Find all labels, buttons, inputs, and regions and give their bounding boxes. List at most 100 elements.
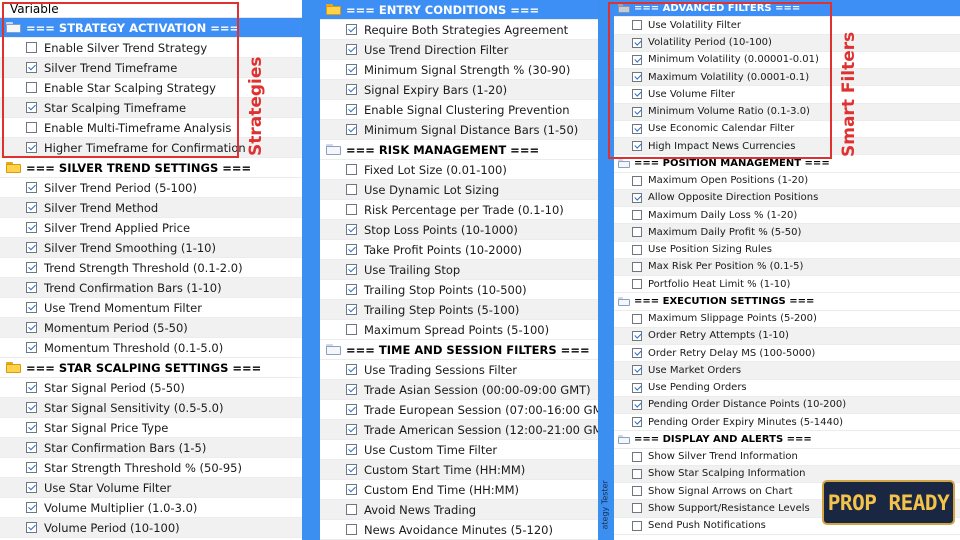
parameter-row[interactable]: Star Signal Period (5-50) [0,378,302,398]
parameter-row[interactable]: Silver Trend Smoothing (1-10) [0,238,302,258]
section-header-advanced-filters[interactable]: === ADVANCED FILTERS === [614,0,960,18]
parameter-row[interactable]: Silver Trend Method [0,198,302,218]
parameter-checkbox[interactable] [346,264,357,275]
parameter-checkbox[interactable] [346,44,357,55]
parameter-checkbox[interactable] [26,322,37,333]
parameter-row[interactable]: Maximum Open Positions (1-20) [614,173,960,190]
parameter-checkbox[interactable] [26,262,37,273]
parameter-checkbox[interactable] [632,54,642,65]
parameter-checkbox[interactable] [346,104,357,115]
parameter-row[interactable]: Trailing Step Points (5-100) [320,300,598,320]
parameter-row[interactable]: Maximum Slippage Points (5-200) [614,311,960,328]
parameter-row[interactable]: Max Risk Per Position % (0.1-5) [614,258,960,276]
parameter-checkbox[interactable] [632,330,642,341]
parameter-checkbox[interactable] [26,142,37,153]
parameter-checkbox[interactable] [26,42,37,53]
parameter-row[interactable]: Maximum Daily Profit % (5-50) [614,224,960,242]
parameter-checkbox[interactable] [632,399,642,410]
parameter-checkbox[interactable] [346,124,357,135]
parameter-checkbox[interactable] [632,313,642,324]
parameter-row[interactable]: Trade Asian Session (00:00-09:00 GMT) [320,380,598,400]
parameter-checkbox[interactable] [26,502,37,513]
section-header-risk-management[interactable]: === RISK MANAGEMENT === [320,140,598,160]
parameter-row[interactable]: Trade European Session (07:00-16:00 GMT) [320,400,598,420]
parameter-checkbox[interactable] [26,122,37,133]
parameter-checkbox[interactable] [346,224,357,235]
parameter-row[interactable]: Signal Expiry Bars (1-20) [320,80,598,100]
parameter-checkbox[interactable] [26,222,37,233]
parameter-checkbox[interactable] [632,123,642,134]
parameter-row[interactable]: Risk Percentage per Trade (0.1-10) [320,200,598,220]
parameter-row[interactable]: Volatility Period (10-100) [614,34,960,52]
parameter-checkbox[interactable] [26,442,37,453]
parameter-checkbox[interactable] [632,261,642,272]
parameter-checkbox[interactable] [346,484,357,495]
parameter-checkbox[interactable] [632,486,642,497]
section-header-display-and-alerts[interactable]: === DISPLAY AND ALERTS === [614,431,960,449]
parameter-row[interactable]: Use Position Sizing Rules [614,242,960,259]
parameter-checkbox[interactable] [26,242,37,253]
parameter-row[interactable]: Trend Confirmation Bars (1-10) [0,278,302,298]
parameter-checkbox[interactable] [632,89,642,100]
parameter-row[interactable]: Volume Period (10-100) [0,518,302,538]
parameter-checkbox[interactable] [632,468,642,479]
parameter-checkbox[interactable] [632,192,642,203]
parameter-row[interactable]: Use Dynamic Lot Sizing [320,180,598,200]
parameter-row[interactable]: Use Volatility Filter [614,17,960,35]
parameter-checkbox[interactable] [632,210,642,221]
section-header-position-management[interactable]: === POSITION MANAGEMENT === [614,155,960,173]
parameter-checkbox[interactable] [632,227,642,238]
parameter-checkbox[interactable] [632,348,642,359]
section-header-execution-settings[interactable]: === EXECUTION SETTINGS === [614,293,960,311]
parameter-checkbox[interactable] [26,102,37,113]
parameter-checkbox[interactable] [346,404,357,415]
parameter-checkbox[interactable] [632,417,642,428]
parameter-checkbox[interactable] [346,284,357,295]
parameter-checkbox[interactable] [346,244,357,255]
parameter-checkbox[interactable] [632,365,642,376]
section-header-entry-conditions[interactable]: === ENTRY CONDITIONS === [320,0,598,20]
parameter-row[interactable]: Star Confirmation Bars (1-5) [0,438,302,458]
parameter-checkbox[interactable] [346,384,357,395]
parameter-checkbox[interactable] [26,422,37,433]
parameter-row[interactable]: Order Retry Delay MS (100-5000) [614,345,960,363]
parameter-row[interactable]: Require Both Strategies Agreement [320,20,598,40]
parameter-checkbox[interactable] [632,175,642,186]
parameter-checkbox[interactable] [632,72,642,83]
parameter-checkbox[interactable] [346,364,357,375]
section-header-time-and-session-filters[interactable]: === TIME AND SESSION FILTERS === [320,340,598,360]
parameter-row[interactable]: Use Market Orders [614,362,960,380]
parameter-row[interactable]: Use Star Volume Filter [0,478,302,498]
parameter-row[interactable]: Custom Start Time (HH:MM) [320,460,598,480]
parameter-checkbox[interactable] [632,520,642,531]
parameter-checkbox[interactable] [346,64,357,75]
parameter-row[interactable]: Volume Multiplier (1.0-3.0) [0,498,302,518]
strategy-tester-side-tab[interactable]: ategy Tester [598,468,612,540]
parameter-checkbox[interactable] [346,304,357,315]
parameter-row[interactable]: Momentum Threshold (0.1-5.0) [0,338,302,358]
parameter-checkbox[interactable] [632,279,642,290]
parameter-row[interactable]: Use Trend Momentum Filter [0,298,302,318]
parameter-checkbox[interactable] [632,244,642,255]
parameter-row[interactable]: Maximum Spread Points (5-100) [320,320,598,340]
parameter-row[interactable]: Minimum Signal Distance Bars (1-50) [320,120,598,140]
parameter-checkbox[interactable] [346,464,357,475]
parameter-row[interactable]: Star Signal Sensitivity (0.5-5.0) [0,398,302,418]
parameter-row[interactable]: Trailing Stop Points (10-500) [320,280,598,300]
parameter-row[interactable]: Trade American Session (12:00-21:00 GMT) [320,420,598,440]
parameter-row[interactable]: Use Trend Direction Filter [320,40,598,60]
parameter-row[interactable]: Fixed Lot Size (0.01-100) [320,160,598,180]
parameter-row[interactable]: Pending Order Expiry Minutes (5-1440) [614,414,960,432]
parameter-row[interactable]: Take Profit Points (10-2000) [320,240,598,260]
parameter-checkbox[interactable] [346,504,357,515]
parameter-row[interactable]: Use Volume Filter [614,86,960,104]
parameter-row[interactable]: Use Pending Orders [614,380,960,397]
parameter-row[interactable]: Silver Trend Period (5-100) [0,178,302,198]
parameter-checkbox[interactable] [26,462,37,473]
parameter-checkbox[interactable] [26,522,37,533]
parameter-row[interactable]: Use Trading Sessions Filter [320,360,598,380]
parameter-checkbox[interactable] [26,482,37,493]
parameter-checkbox[interactable] [346,164,357,175]
parameter-row[interactable]: Show Silver Trend Information [614,449,960,466]
parameter-checkbox[interactable] [632,141,642,152]
